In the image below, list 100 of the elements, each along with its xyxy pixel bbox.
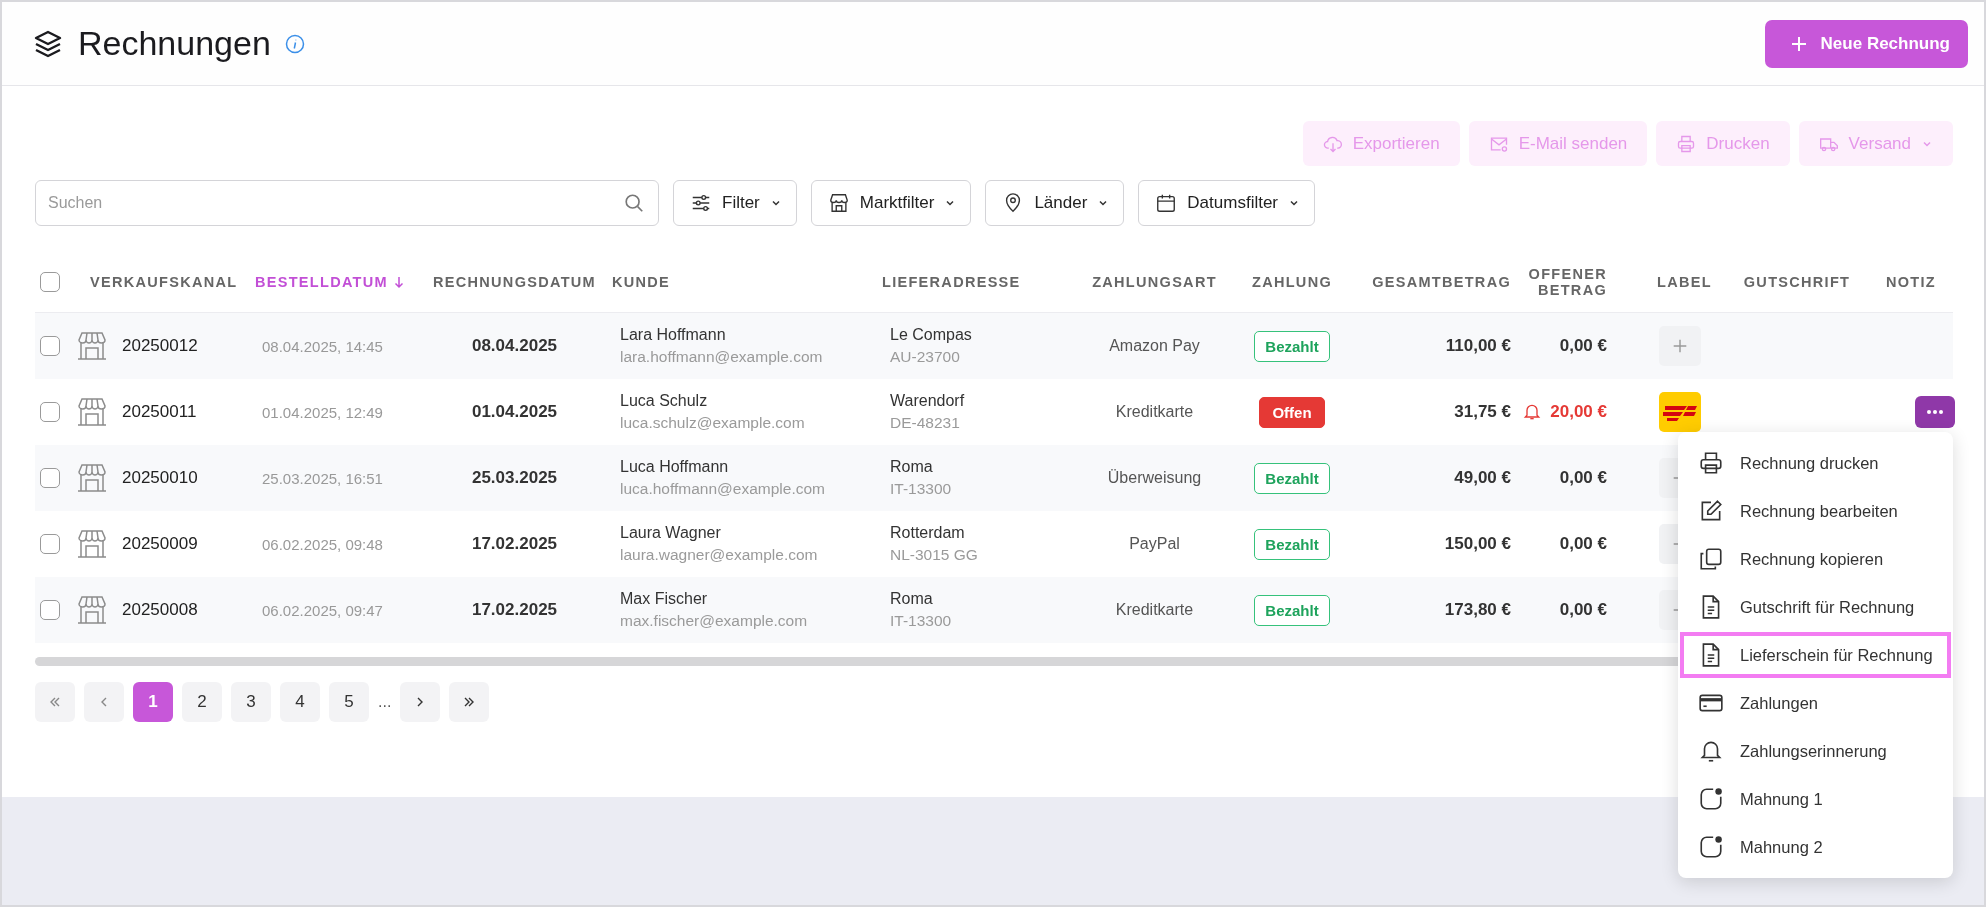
row-checkbox[interactable] [40,336,60,356]
more-button[interactable] [1915,396,1955,428]
notification-icon [1698,786,1724,812]
storefront-icon [76,397,108,427]
invoice-date: 17.02.2025 [471,534,558,554]
page-button[interactable]: 5 [329,682,369,722]
order-date: 25.03.2025, 16:51 [262,469,383,487]
page-title: Rechnungen [78,24,271,63]
storefront-icon [76,529,108,559]
payment-method: PayPal [1129,535,1180,553]
new-invoice-button[interactable]: Neue Rechnung [1764,19,1968,68]
menu-item[interactable]: Rechnung bearbeiten [1680,488,1951,534]
customer-name: Laura Wagner [620,524,721,542]
customer-email: lara.hoffmann@example.com [620,348,823,366]
column-header[interactable]: GUTSCHRIFT [1743,274,1851,290]
column-header[interactable]: ZAHLUNGSART [1092,274,1217,290]
customer-name: Lara Hoffmann [620,326,726,344]
postal-code: NL-3015 GG [890,546,978,564]
delivery-city: Rotterdam [890,524,965,542]
menu-item[interactable]: Rechnung kopieren [1680,536,1951,582]
menu-item[interactable]: Zahlungserinnerung [1680,728,1951,774]
delivery-city: Le Compas [890,326,972,344]
delivery-city: Warendorf [890,392,965,410]
menu-item[interactable]: Lieferschein für Rechnung [1680,632,1951,678]
info-icon[interactable] [284,33,305,54]
delivery-city: Roma [890,590,933,608]
payment-method: Amazon Pay [1109,337,1200,355]
add-label-button[interactable] [1659,326,1701,366]
more-icon [1927,410,1943,414]
column-header[interactable]: LIEFERADRESSE [882,274,1021,290]
payment-method: Überweisung [1107,469,1202,487]
column-header[interactable]: OFFENER BETRAG [1517,266,1607,298]
menu-item[interactable]: Rechnung drucken [1680,440,1951,486]
filter-dropdown[interactable]: Datumsfilter [1138,180,1316,226]
customer-name: Luca Schulz [620,392,708,410]
total-amount: 31,75 € [1454,402,1511,422]
delivery-city: Roma [890,458,933,476]
menu-item[interactable]: Zahlungen [1680,680,1951,726]
page-button[interactable]: 1 [133,682,173,722]
column-header[interactable]: NOTIZ [1886,274,1936,290]
invoice-date: 25.03.2025 [471,468,558,488]
customer-email: luca.hoffmann@example.com [620,480,825,498]
plus-icon [1671,337,1689,355]
postal-code: AU-23700 [890,348,960,366]
payment-method: Kreditkarte [1115,403,1194,421]
bell-icon [1522,402,1543,422]
search-field[interactable]: Suchen [35,180,659,226]
order-date: 06.02.2025, 09:48 [262,535,383,553]
total-amount: 110,00 € [1445,336,1511,356]
ellipsis: ... [378,693,392,711]
total-amount: 150,00 € [1444,534,1511,554]
menu-item[interactable]: Mahnung 2 [1680,824,1951,870]
order-date: 06.02.2025, 09:47 [262,601,383,619]
page-button[interactable]: 2 [182,682,222,722]
menu-item[interactable]: Gutschrift für Rechnung [1680,584,1951,630]
row-checkbox[interactable] [40,468,60,488]
page-button[interactable]: 3 [231,682,271,722]
first-page-button[interactable] [35,682,75,722]
search-icon [623,192,645,214]
invoice-date: 01.04.2025 [471,402,558,422]
select-all-checkbox[interactable] [40,272,60,292]
column-header[interactable]: LABEL [1657,274,1712,290]
printer-icon [1698,450,1724,476]
filter-dropdown[interactable]: Filter [673,180,797,226]
filter-dropdown[interactable]: Marktfilter [810,180,972,226]
customer-email: max.fischer@example.com [620,612,808,630]
postal-code: IT-13300 [890,612,952,630]
postal-code: DE-48231 [890,414,960,432]
invoice-date: 17.02.2025 [471,600,558,620]
carrier-logo-icon[interactable] [1659,392,1701,432]
filter-dropdown[interactable]: Länder [985,180,1125,226]
storefront-icon [76,595,108,625]
menu-item[interactable]: Mahnung 1 [1680,776,1951,822]
storefront-icon [76,331,108,361]
column-header[interactable]: RECHNUNGSDATUM [433,274,596,290]
last-page-button[interactable] [449,682,490,722]
open-amount: 0,00 € [1559,600,1607,620]
row-checkbox[interactable] [40,600,60,620]
row-checkbox[interactable] [40,402,60,422]
column-header[interactable]: GESAMTBETRAG [1372,274,1511,290]
column-header[interactable]: ZAHLUNG [1252,274,1332,290]
column-header[interactable]: KUNDE [612,274,671,290]
page-button[interactable]: 4 [280,682,320,722]
invoice-number: 20250011 [122,402,197,422]
open-amount: 0,00 € [1559,336,1607,356]
row-checkbox[interactable] [40,534,60,554]
payment-method: Kreditkarte [1115,601,1194,619]
payment-status-badge: Bezahlt [1254,462,1330,494]
invoice-number: 20250009 [122,534,198,554]
open-amount: 0,00 € [1559,534,1607,554]
column-header[interactable]: VERKAUFSKANAL [90,274,238,290]
payment-status-badge: Bezahlt [1254,330,1330,362]
payment-status-badge: Bezahlt [1254,594,1330,626]
customer-email: luca.schulz@example.com [620,414,805,432]
total-amount: 49,00 € [1454,468,1511,488]
invoice-number: 20250012 [122,336,198,356]
column-header[interactable]: BESTELLDATUM [255,274,388,290]
storefront-icon [76,463,108,493]
calendar-icon [1155,192,1178,214]
order-date: 08.04.2025, 14:45 [262,337,383,355]
